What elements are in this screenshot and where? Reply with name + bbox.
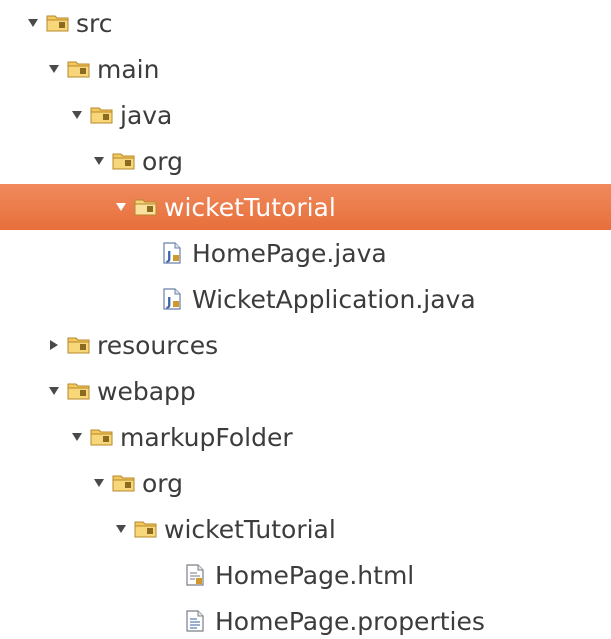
tree-node-markupfolder[interactable]: markupFolder [0,414,611,460]
java-file-icon: J [162,242,186,264]
package-folder-icon [112,150,136,172]
package-folder-icon [112,472,136,494]
package-folder-icon [134,196,158,218]
package-folder-icon [67,58,91,80]
tree-node-label: wicketTutorial [164,514,336,544]
package-folder-icon [134,518,158,540]
tree-node-wicketTutorial-selected[interactable]: wicketTutorial [0,184,611,230]
tree-node-org[interactable]: org [0,138,611,184]
expanded-arrow-icon[interactable] [114,200,128,214]
project-explorer-tree: src main java org wicketTutorial J HomeP… [0,0,611,639]
tree-node-webapp[interactable]: webapp [0,368,611,414]
text-file-icon [185,564,209,586]
tree-node-main[interactable]: main [0,46,611,92]
expanded-arrow-icon[interactable] [47,384,61,398]
tree-node-label: main [97,54,160,84]
tree-node-label: resources [97,330,219,360]
tree-node-label: org [142,146,184,176]
tree-node-label: WicketApplication.java [192,284,476,314]
svg-text:J: J [166,249,171,263]
expanded-arrow-icon[interactable] [114,522,128,536]
tree-node-label: java [120,100,173,130]
properties-file-icon [185,610,209,632]
svg-text:J: J [166,295,171,309]
expanded-arrow-icon[interactable] [70,108,84,122]
tree-node-label: HomePage.properties [215,606,485,636]
expanded-arrow-icon[interactable] [92,476,106,490]
package-folder-icon [90,426,114,448]
java-file-icon: J [162,288,186,310]
tree-node-homepage-properties[interactable]: HomePage.properties [0,598,611,639]
tree-node-wicketTutorial-2[interactable]: wicketTutorial [0,506,611,552]
expanded-arrow-icon[interactable] [47,62,61,76]
tree-node-label: org [142,468,184,498]
tree-node-homepage-java[interactable]: J HomePage.java [0,230,611,276]
tree-node-java[interactable]: java [0,92,611,138]
expanded-arrow-icon[interactable] [92,154,106,168]
package-folder-icon [67,380,91,402]
tree-node-src[interactable]: src [0,0,611,46]
tree-node-resources[interactable]: resources [0,322,611,368]
tree-node-homepage-html[interactable]: HomePage.html [0,552,611,598]
expanded-arrow-icon[interactable] [26,16,40,30]
tree-node-label: webapp [97,376,196,406]
package-folder-icon [46,12,70,34]
tree-node-label: src [76,8,113,38]
expanded-arrow-icon[interactable] [70,430,84,444]
package-folder-icon [67,334,91,356]
tree-node-wicketapplication-java[interactable]: J WicketApplication.java [0,276,611,322]
tree-node-label: markupFolder [120,422,293,452]
tree-node-label: wicketTutorial [164,192,336,222]
tree-node-label: HomePage.java [192,238,387,268]
package-folder-icon [90,104,114,126]
tree-node-label: HomePage.html [215,560,415,590]
tree-node-org-2[interactable]: org [0,460,611,506]
collapsed-arrow-icon[interactable] [47,338,61,352]
